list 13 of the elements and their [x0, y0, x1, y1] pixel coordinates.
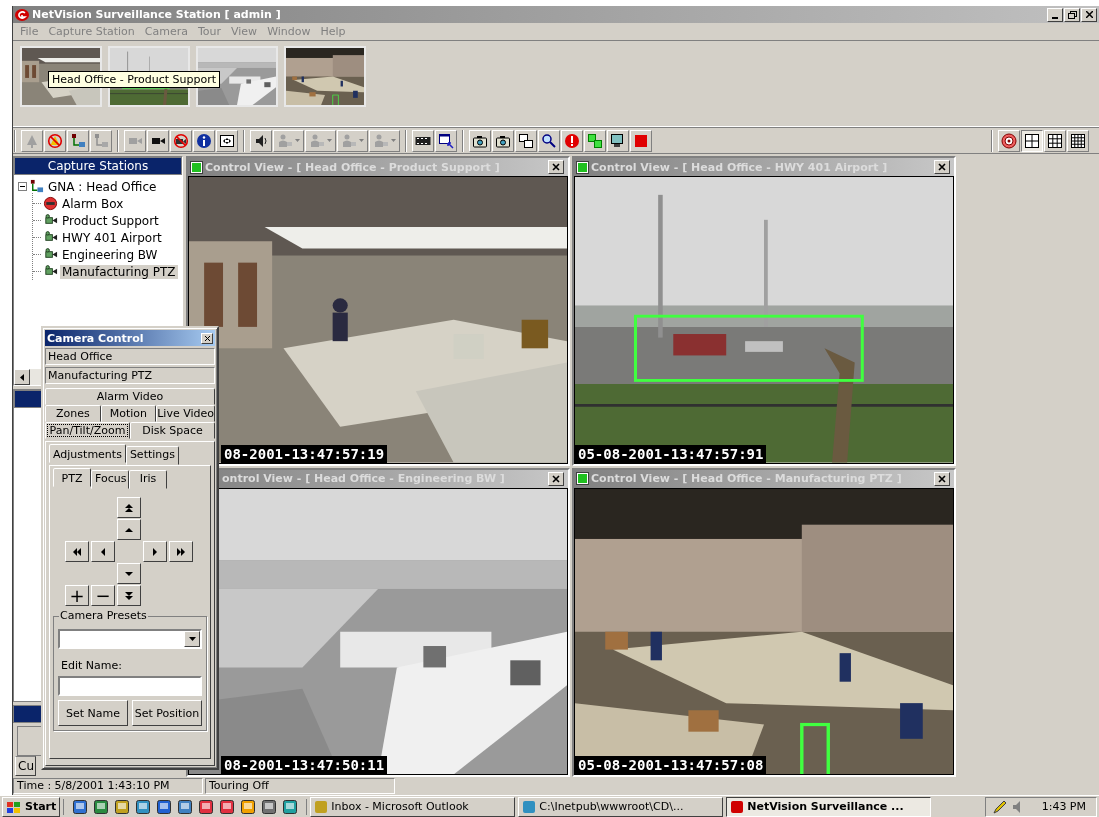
field-label: Edit Name:: [60, 658, 123, 672]
camera-field: Manufacturing PTZ: [45, 367, 215, 384]
status-field: Time : 5/8/2001 1:43:10 PM: [13, 778, 203, 794]
status-field: Touring Off: [205, 778, 395, 794]
window-title: NetVision Surveillance Station [ admin ]: [32, 8, 282, 21]
timestamp: 08-2001-13:47:50:11: [221, 756, 388, 774]
site-field: Head Office: [45, 348, 215, 365]
panel-header: Capture Stations: [14, 157, 182, 175]
timestamp: 05-08-2001-13:47:57:08: [575, 756, 767, 774]
clock: 1:43 PM: [1041, 800, 1086, 813]
group-label: Camera Presets: [59, 609, 148, 622]
panel-title: Camera Control: [47, 331, 144, 345]
tooltip: Head Office - Product Support: [48, 71, 221, 88]
